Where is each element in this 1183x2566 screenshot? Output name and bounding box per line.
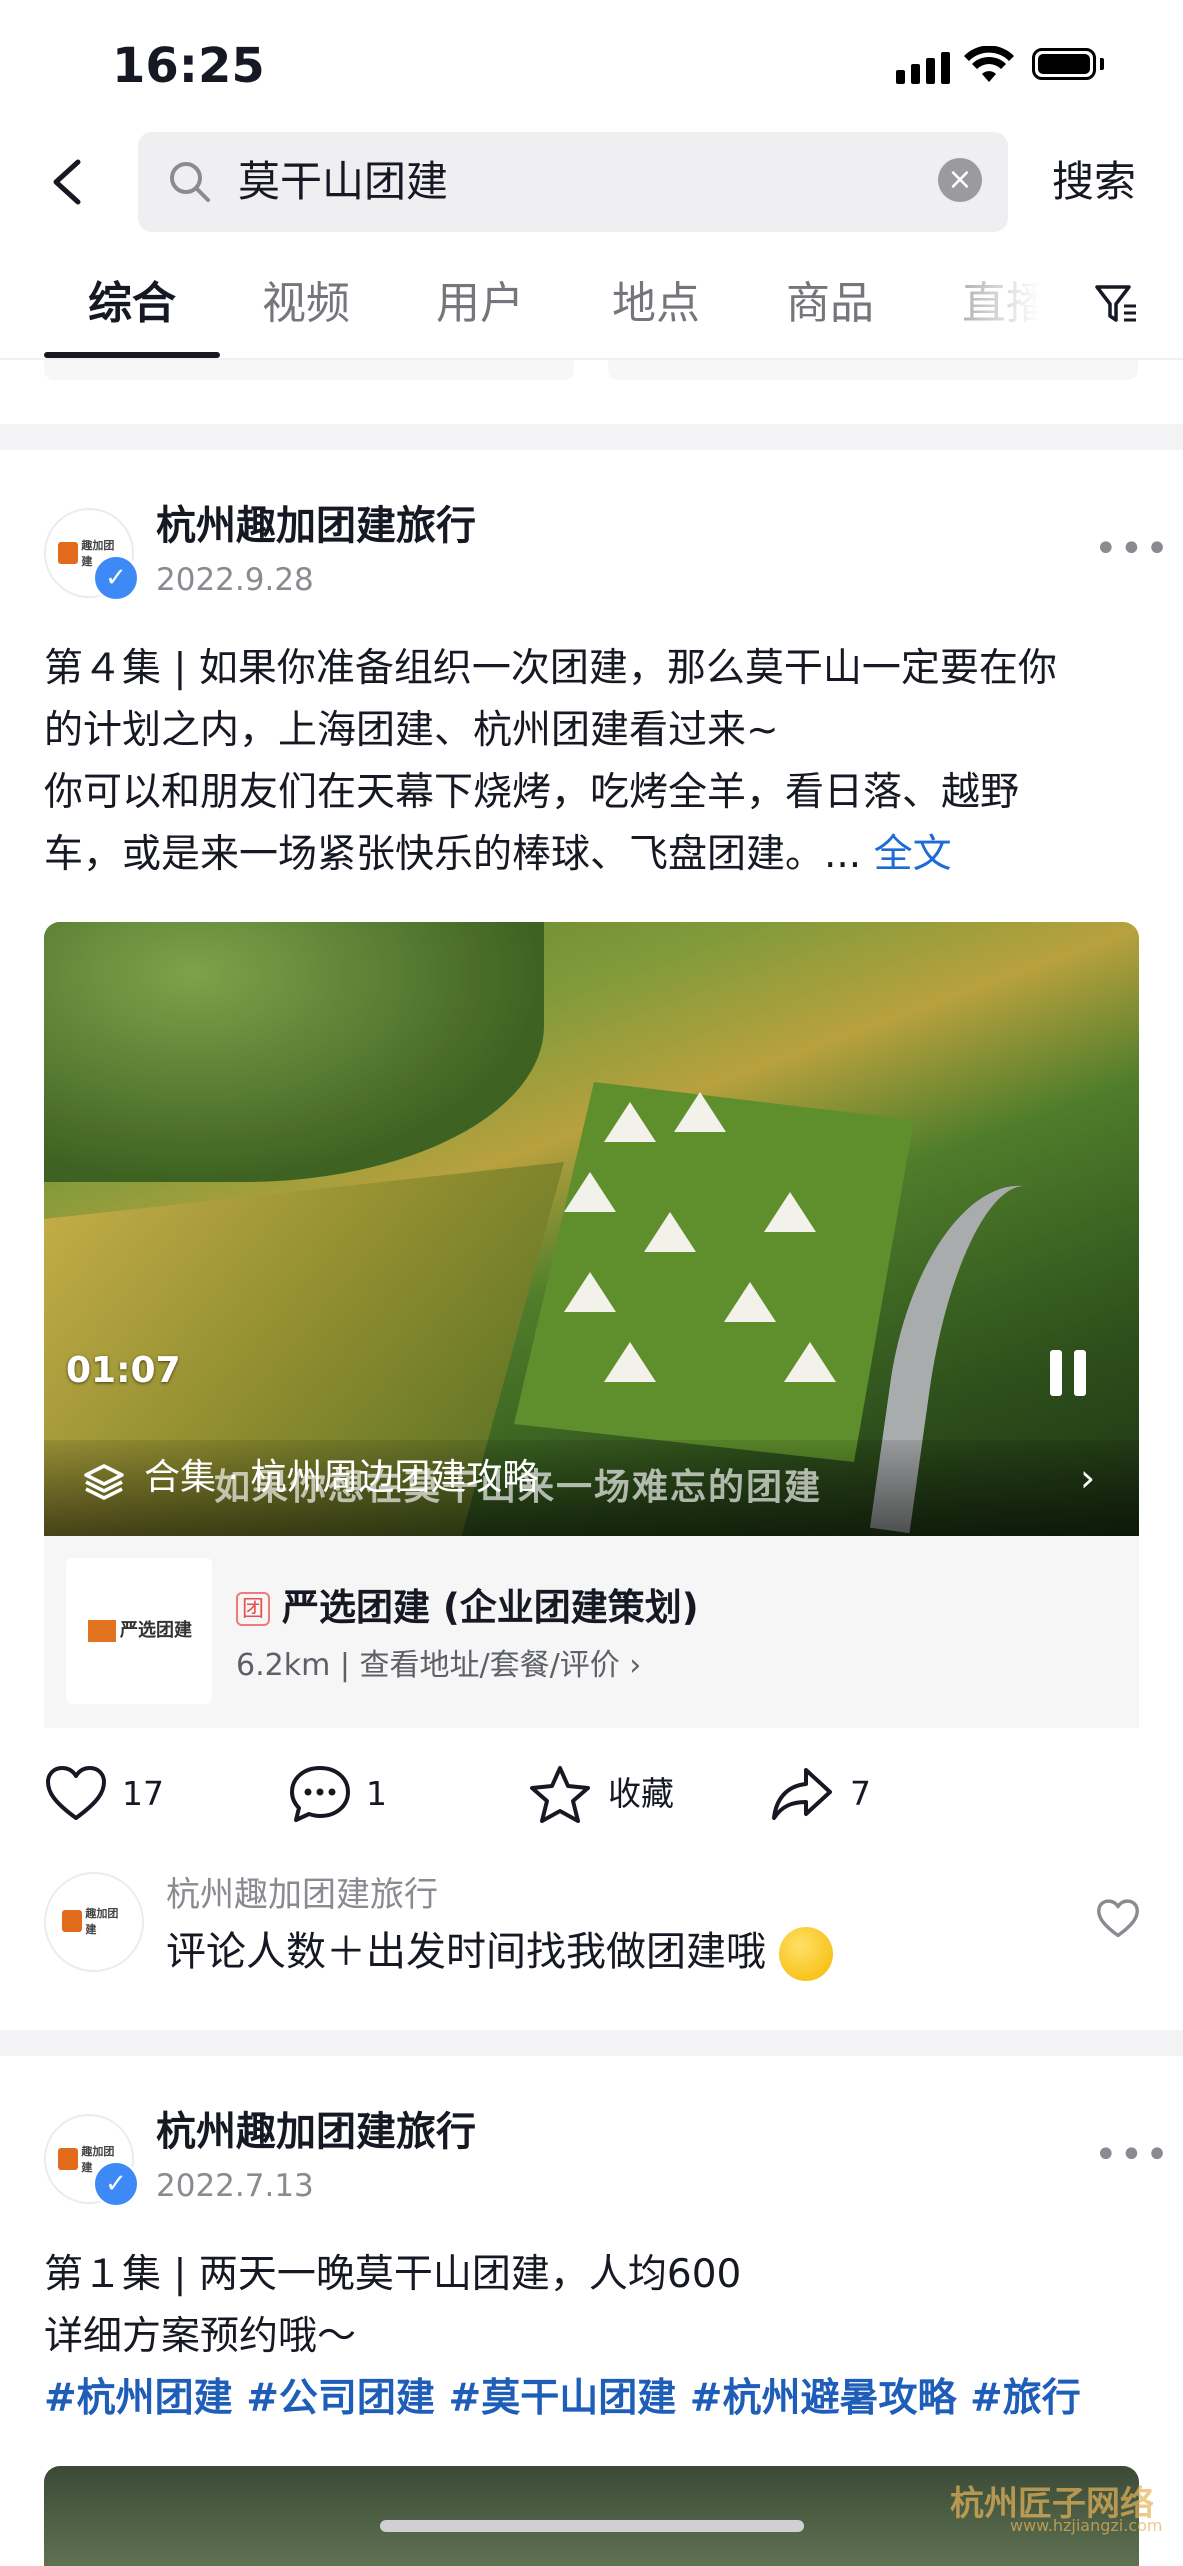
verified-icon: ✓ xyxy=(92,554,140,602)
read-more-link[interactable]: 全文 xyxy=(874,832,952,877)
wifi-icon xyxy=(964,45,1014,88)
chevron-right-icon[interactable]: › xyxy=(1080,1452,1095,1504)
comment-like-icon[interactable] xyxy=(1096,1898,1140,1944)
comment-avatar[interactable]: 趣加团建 xyxy=(44,1872,144,1972)
battery-tip xyxy=(1100,58,1104,70)
pause-icon[interactable] xyxy=(1050,1350,1090,1396)
author-name[interactable]: 杭州趣加团建旅行 xyxy=(156,2104,476,2160)
post-caption[interactable]: 第１集 | 两天一晚莫干山团建，人均600 详细方案预约哦～ xyxy=(44,2244,1144,2368)
collection-label[interactable]: 合集 · 杭州周边团建攻略 xyxy=(144,1452,538,1504)
laughing-emoji-icon xyxy=(778,1927,833,1981)
previous-card-remnant xyxy=(608,360,1138,380)
status-time: 16:25 xyxy=(112,38,265,94)
video-timestamp: 01:07 xyxy=(66,1350,181,1391)
section-divider xyxy=(0,424,1183,450)
post-date: 2022.7.13 xyxy=(156,2168,314,2204)
clear-icon[interactable]: × xyxy=(938,158,982,202)
share-count: 7 xyxy=(850,1774,871,1813)
tab-comprehensive[interactable]: 综合 xyxy=(88,272,176,336)
post-caption[interactable]: 第４集 | 如果你准备组织一次团建，那么莫干山一定要在你 的计划之内，上海团建、… xyxy=(44,638,1144,886)
caption-line: 第４集 | 如果你准备组织一次团建，那么莫干山一定要在你 xyxy=(44,646,1057,691)
section-divider xyxy=(0,2030,1183,2056)
signal-icon xyxy=(896,52,950,84)
star-icon[interactable] xyxy=(528,1764,592,1828)
share-icon[interactable] xyxy=(770,1764,834,1828)
filter-icon[interactable] xyxy=(1094,282,1138,330)
tab-video[interactable]: 视频 xyxy=(262,272,350,336)
caption-line: 详细方案预约哦～ xyxy=(44,2314,357,2359)
tab-places[interactable]: 地点 xyxy=(612,272,700,336)
search-query[interactable]: 莫干山团建 xyxy=(238,150,448,214)
more-options-icon[interactable]: ••• xyxy=(1094,526,1171,572)
group-badge-icon: 团 xyxy=(236,1592,270,1626)
caption-line: 车，或是来一场紧张快乐的棒球、飞盘团建。... 全文 xyxy=(44,832,952,877)
search-icon xyxy=(166,158,214,210)
caption-line: 的计划之内，上海团建、杭州团建看过来~ xyxy=(44,708,779,753)
tab-products[interactable]: 商品 xyxy=(786,272,874,336)
previous-card-remnant xyxy=(44,360,574,380)
comment-icon[interactable] xyxy=(288,1764,352,1828)
comment-text: 评论人数＋出发时间找我做团建哦 xyxy=(166,1924,833,1981)
like-count: 17 xyxy=(122,1774,164,1813)
watermark-url: www.hzjiangzi.com xyxy=(1010,2516,1163,2535)
comment-author[interactable]: 杭州趣加团建旅行 xyxy=(166,1870,438,1920)
caption-line: 第１集 | 两天一晚莫干山团建，人均600 xyxy=(44,2252,742,2297)
poi-subtitle[interactable]: 6.2km | 查看地址/套餐/评价 › xyxy=(236,1644,641,1688)
tab-fade xyxy=(900,262,1100,352)
layers-icon xyxy=(82,1460,126,1508)
poi-title[interactable]: 严选团建 (企业团建策划) xyxy=(282,1580,699,1636)
verified-icon: ✓ xyxy=(92,2160,140,2208)
tab-users[interactable]: 用户 xyxy=(436,272,524,336)
caption-line: 你可以和朋友们在天幕下烧烤，吃烤全羊，看日落、越野 xyxy=(44,770,1020,815)
back-arrow-icon[interactable] xyxy=(44,150,92,214)
search-button[interactable]: 搜索 xyxy=(1052,150,1136,214)
more-options-icon[interactable]: ••• xyxy=(1094,2132,1171,2178)
home-indicator[interactable] xyxy=(380,2520,804,2532)
post-date: 2022.9.28 xyxy=(156,562,314,598)
hashtags[interactable]: #杭州团建 #公司团建 #莫干山团建 #杭州避暑攻略 #旅行 xyxy=(44,2368,1164,2430)
comment-count: 1 xyxy=(366,1774,387,1813)
favorite-label[interactable]: 收藏 xyxy=(608,1770,674,1818)
battery-icon xyxy=(1032,48,1096,80)
poi-logo: 严选团建 xyxy=(66,1558,212,1704)
author-name[interactable]: 杭州趣加团建旅行 xyxy=(156,498,476,554)
like-icon[interactable] xyxy=(44,1764,108,1828)
